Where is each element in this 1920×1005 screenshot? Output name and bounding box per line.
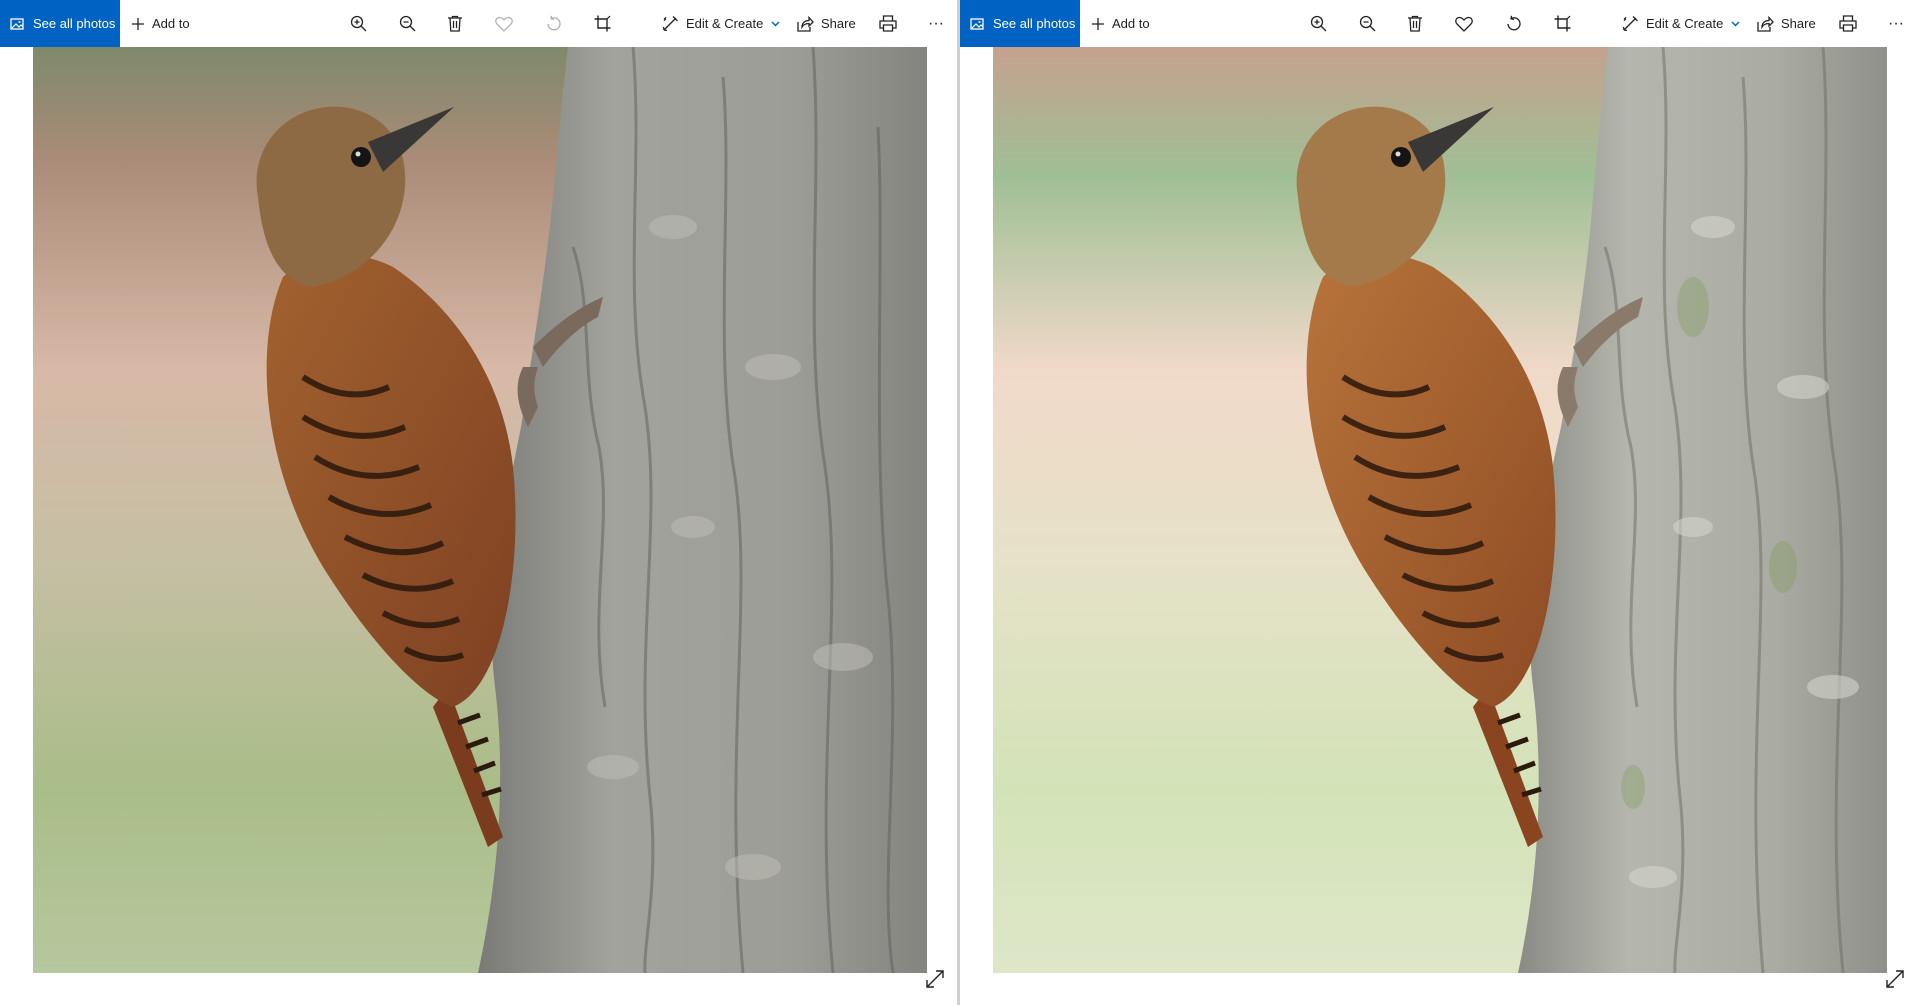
more-options-button[interactable]: ··· xyxy=(1884,0,1908,47)
photos-icon xyxy=(970,17,984,31)
rotate-icon xyxy=(1505,15,1522,32)
share-icon xyxy=(797,15,814,32)
zoom-out-button[interactable] xyxy=(1355,0,1379,47)
add-to-button[interactable]: Add to xyxy=(131,0,190,47)
print-button[interactable] xyxy=(1836,0,1860,47)
heart-icon xyxy=(1455,16,1473,32)
zoom-in-button[interactable] xyxy=(346,0,370,47)
heart-icon xyxy=(495,16,513,32)
share-label: Share xyxy=(821,16,856,31)
favorite-button[interactable] xyxy=(1452,0,1476,47)
crop-icon xyxy=(594,15,611,32)
see-all-photos-label: See all photos xyxy=(993,16,1076,31)
crop-button[interactable] xyxy=(1550,0,1574,47)
edit-create-icon xyxy=(1622,15,1639,32)
toolbar: See all photos Add to Edit & Create Shar… xyxy=(960,0,1918,47)
more-options-button[interactable]: ··· xyxy=(924,0,948,47)
zoom-out-icon xyxy=(399,15,416,32)
plus-icon xyxy=(131,17,145,31)
favorite-button[interactable] xyxy=(492,0,516,47)
expand-icon xyxy=(1885,969,1905,994)
more-options-label: ··· xyxy=(1888,14,1904,32)
chevron-down-icon xyxy=(1731,20,1740,27)
delete-button[interactable] xyxy=(1403,0,1427,47)
share-button[interactable]: Share xyxy=(1757,0,1816,47)
edit-create-icon xyxy=(662,15,679,32)
share-icon xyxy=(1757,15,1774,32)
zoom-in-icon xyxy=(1310,15,1327,32)
crop-icon xyxy=(1554,15,1571,32)
edit-create-label: Edit & Create xyxy=(686,16,764,31)
crop-button[interactable] xyxy=(590,0,614,47)
print-button[interactable] xyxy=(876,0,900,47)
see-all-photos-button[interactable]: See all photos xyxy=(0,0,120,47)
photo-viewer-left: See all photos Add to Edit & Create Shar… xyxy=(0,0,958,1005)
edit-create-label: Edit & Create xyxy=(1646,16,1724,31)
zoom-in-icon xyxy=(350,15,367,32)
more-options-label: ··· xyxy=(928,14,944,32)
share-button[interactable]: Share xyxy=(797,0,856,47)
plus-icon xyxy=(1091,17,1105,31)
printer-icon xyxy=(879,15,897,32)
zoom-out-button[interactable] xyxy=(395,0,419,47)
zoom-out-icon xyxy=(1359,15,1376,32)
add-to-label: Add to xyxy=(152,16,190,31)
zoom-in-button[interactable] xyxy=(1306,0,1330,47)
expand-button[interactable] xyxy=(1881,967,1909,995)
photo-viewer-right: See all photos Add to Edit & Create Shar… xyxy=(960,0,1918,1005)
add-to-button[interactable]: Add to xyxy=(1091,0,1150,47)
expand-icon xyxy=(925,969,945,994)
delete-button[interactable] xyxy=(443,0,467,47)
photos-icon xyxy=(10,17,24,31)
photo-image xyxy=(993,47,1887,973)
rotate-button[interactable] xyxy=(541,0,565,47)
rotate-icon xyxy=(545,15,562,32)
expand-button[interactable] xyxy=(921,967,949,995)
printer-icon xyxy=(1839,15,1857,32)
rotate-button[interactable] xyxy=(1501,0,1525,47)
edit-create-button[interactable]: Edit & Create xyxy=(1622,0,1740,47)
trash-icon xyxy=(1407,15,1423,32)
edit-create-button[interactable]: Edit & Create xyxy=(662,0,780,47)
add-to-label: Add to xyxy=(1112,16,1150,31)
chevron-down-icon xyxy=(771,20,780,27)
see-all-photos-button[interactable]: See all photos xyxy=(960,0,1080,47)
trash-icon xyxy=(447,15,463,32)
photo-image xyxy=(33,47,927,973)
toolbar: See all photos Add to Edit & Create Shar… xyxy=(0,0,958,47)
see-all-photos-label: See all photos xyxy=(33,16,116,31)
share-label: Share xyxy=(1781,16,1816,31)
